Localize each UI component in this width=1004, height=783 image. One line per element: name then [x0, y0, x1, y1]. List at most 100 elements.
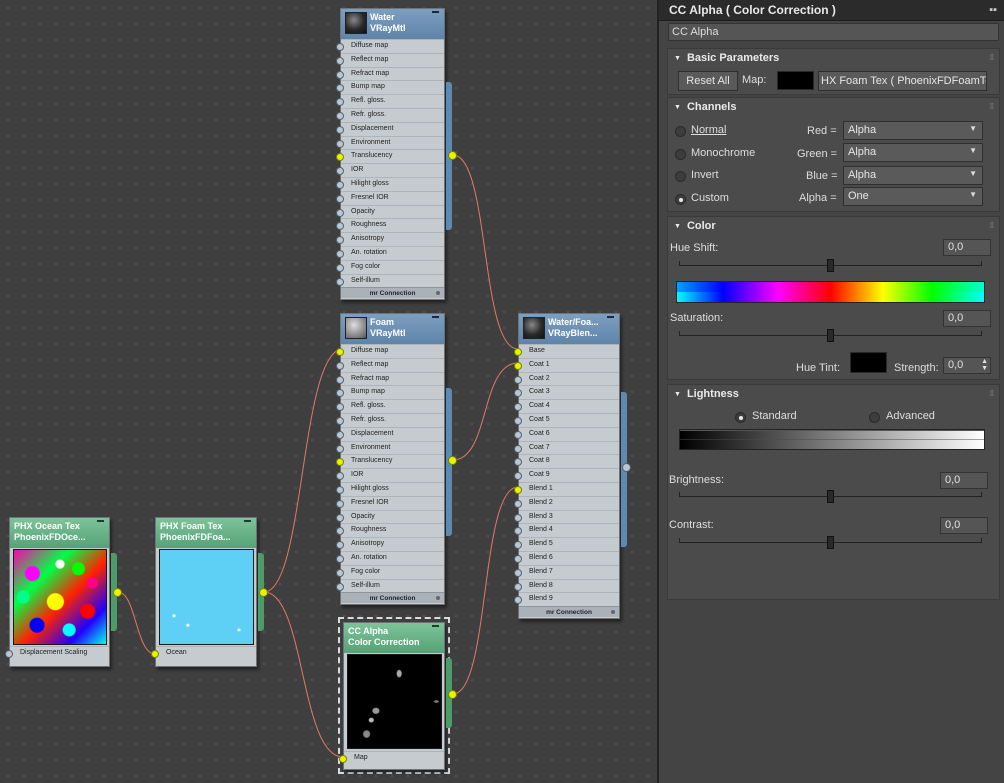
contrast-slider-thumb[interactable]	[827, 536, 834, 549]
mr-connection-footer[interactable]: mr Connection	[519, 606, 619, 618]
strength-spinner[interactable]: 0,0 ▲ ▼	[943, 357, 991, 374]
input-socket[interactable]	[336, 222, 344, 231]
output-socket-water[interactable]	[448, 151, 457, 160]
radio-label-custom[interactable]: Custom	[691, 192, 729, 204]
output-socket-ocean[interactable]	[113, 588, 122, 597]
input-socket[interactable]	[514, 527, 522, 536]
input-socket[interactable]	[336, 582, 344, 591]
minimize-icon[interactable]	[432, 625, 439, 627]
node-header[interactable]: Water/Foa... VRayBlen...	[519, 314, 619, 344]
input-socket[interactable]	[336, 458, 344, 467]
node-header[interactable]: PHX Ocean Tex PhoenixFDOce...	[10, 518, 109, 548]
radio-label-standard[interactable]: Standard	[752, 410, 797, 422]
node-water-foam-vrayblendmtl[interactable]: Water/Foa... VRayBlen... Base Coat 1 Coat 2…	[514, 313, 620, 619]
input-socket[interactable]	[336, 541, 344, 550]
contrast-input[interactable]: 0,0	[940, 517, 988, 534]
node-phx-ocean-tex[interactable]: PHX Ocean Tex PhoenixFDOce... Displacemen…	[5, 517, 110, 667]
input-socket[interactable]	[336, 98, 344, 107]
minimize-icon[interactable]	[432, 11, 439, 13]
input-socket[interactable]	[336, 389, 344, 398]
mr-connection-footer[interactable]: mr Connection	[341, 287, 444, 299]
drag-grip-icon[interactable]: ⁞⁞	[990, 102, 994, 111]
reset-all-button[interactable]: Reset All	[678, 71, 738, 91]
input-socket[interactable]	[336, 499, 344, 508]
node-header[interactable]: Foam VRayMtl	[341, 314, 444, 344]
input-socket[interactable]	[514, 348, 522, 356]
radio-custom[interactable]	[675, 194, 686, 205]
output-socket-blend[interactable]	[622, 463, 631, 472]
input-socket[interactable]	[336, 111, 344, 120]
input-socket[interactable]	[514, 596, 522, 605]
radio-invert[interactable]	[675, 171, 686, 182]
minimize-icon[interactable]	[607, 316, 614, 318]
input-socket[interactable]	[5, 650, 13, 658]
radio-label-normal[interactable]: Normal	[691, 124, 726, 136]
node-header[interactable]: Water VRayMtl	[341, 9, 444, 39]
node-editor-canvas[interactable]: Water VRayMtl Diffuse map Reflect map Refra…	[0, 0, 657, 783]
input-socket[interactable]	[336, 416, 344, 425]
input-socket[interactable]	[514, 554, 522, 563]
input-socket[interactable]	[336, 194, 344, 203]
node-foam-vraymtl[interactable]: Foam VRayMtl Diffuse map Reflect map Refrac…	[336, 313, 445, 605]
input-socket[interactable]	[514, 582, 522, 591]
radio-monochrome[interactable]	[675, 149, 686, 160]
input-socket[interactable]	[336, 84, 344, 93]
node-header[interactable]: PHX Foam Tex PhoenixFDFoa...	[156, 518, 256, 548]
hue-tint-swatch[interactable]	[850, 352, 887, 373]
input-socket[interactable]	[514, 416, 522, 425]
hue-shift-input[interactable]: 0,0	[943, 239, 991, 256]
input-socket[interactable]	[339, 755, 347, 763]
minimize-icon[interactable]	[97, 520, 104, 522]
input-socket[interactable]	[336, 403, 344, 412]
rollout-header[interactable]: ▼ Lightness ⁞⁞	[668, 385, 999, 404]
input-socket[interactable]	[336, 485, 344, 494]
input-socket[interactable]	[514, 485, 522, 494]
input-socket[interactable]	[514, 541, 522, 550]
input-socket[interactable]	[336, 70, 344, 79]
input-socket[interactable]	[336, 554, 344, 563]
mr-connection-footer[interactable]: mr Connection	[341, 592, 444, 604]
input-socket[interactable]	[336, 444, 344, 453]
minimize-icon[interactable]	[432, 316, 439, 318]
map-slot-button[interactable]: HX Foam Tex ( PhoenixFDFoamTex	[818, 71, 987, 91]
output-socket-foam[interactable]	[448, 456, 457, 465]
input-socket[interactable]	[151, 650, 159, 658]
brightness-input[interactable]: 0,0	[940, 472, 988, 489]
drag-grip-icon[interactable]: ⁞⁞	[990, 53, 994, 62]
input-socket[interactable]	[336, 208, 344, 217]
input-socket[interactable]	[336, 139, 344, 148]
input-socket[interactable]	[514, 375, 522, 384]
input-socket[interactable]	[336, 263, 344, 272]
input-socket[interactable]	[514, 361, 522, 370]
saturation-input[interactable]: 0,0	[943, 310, 991, 327]
drag-grip-icon[interactable]: ⁞⁞	[990, 221, 994, 230]
drag-grip-icon[interactable]: ⁞⁞	[990, 389, 994, 398]
radio-label-advanced[interactable]: Advanced	[886, 410, 935, 422]
input-socket[interactable]	[336, 568, 344, 577]
input-socket[interactable]	[336, 277, 344, 286]
node-phx-foam-tex[interactable]: PHX Foam Tex PhoenixFDFoa... Ocean	[151, 517, 257, 667]
blue-channel-dropdown[interactable]: Alpha ▼	[843, 166, 983, 185]
saturation-slider-thumb[interactable]	[827, 329, 834, 342]
input-socket[interactable]	[514, 472, 522, 481]
input-socket[interactable]	[336, 472, 344, 481]
input-socket[interactable]	[514, 430, 522, 439]
input-socket[interactable]	[336, 430, 344, 439]
output-socket-cc-alpha[interactable]	[448, 690, 457, 699]
node-header[interactable]: CC Alpha Color Correction	[344, 623, 444, 653]
input-socket[interactable]	[336, 361, 344, 370]
green-channel-dropdown[interactable]: Alpha ▼	[843, 143, 983, 162]
input-socket[interactable]	[336, 348, 344, 356]
input-socket[interactable]	[514, 389, 522, 398]
map-name-field[interactable]: CC Alpha	[668, 23, 999, 41]
close-icon[interactable]: ▪▪	[989, 4, 997, 16]
input-socket[interactable]	[336, 375, 344, 384]
input-socket[interactable]	[514, 499, 522, 508]
output-socket-foamtex[interactable]	[259, 588, 268, 597]
node-cc-alpha[interactable]: CC Alpha Color Correction Map	[339, 622, 445, 770]
input-socket[interactable]	[336, 56, 344, 65]
input-socket[interactable]	[336, 249, 344, 258]
radio-label-invert[interactable]: Invert	[691, 169, 719, 181]
brightness-slider-thumb[interactable]	[827, 490, 834, 503]
radio-label-monochrome[interactable]: Monochrome	[691, 147, 755, 159]
